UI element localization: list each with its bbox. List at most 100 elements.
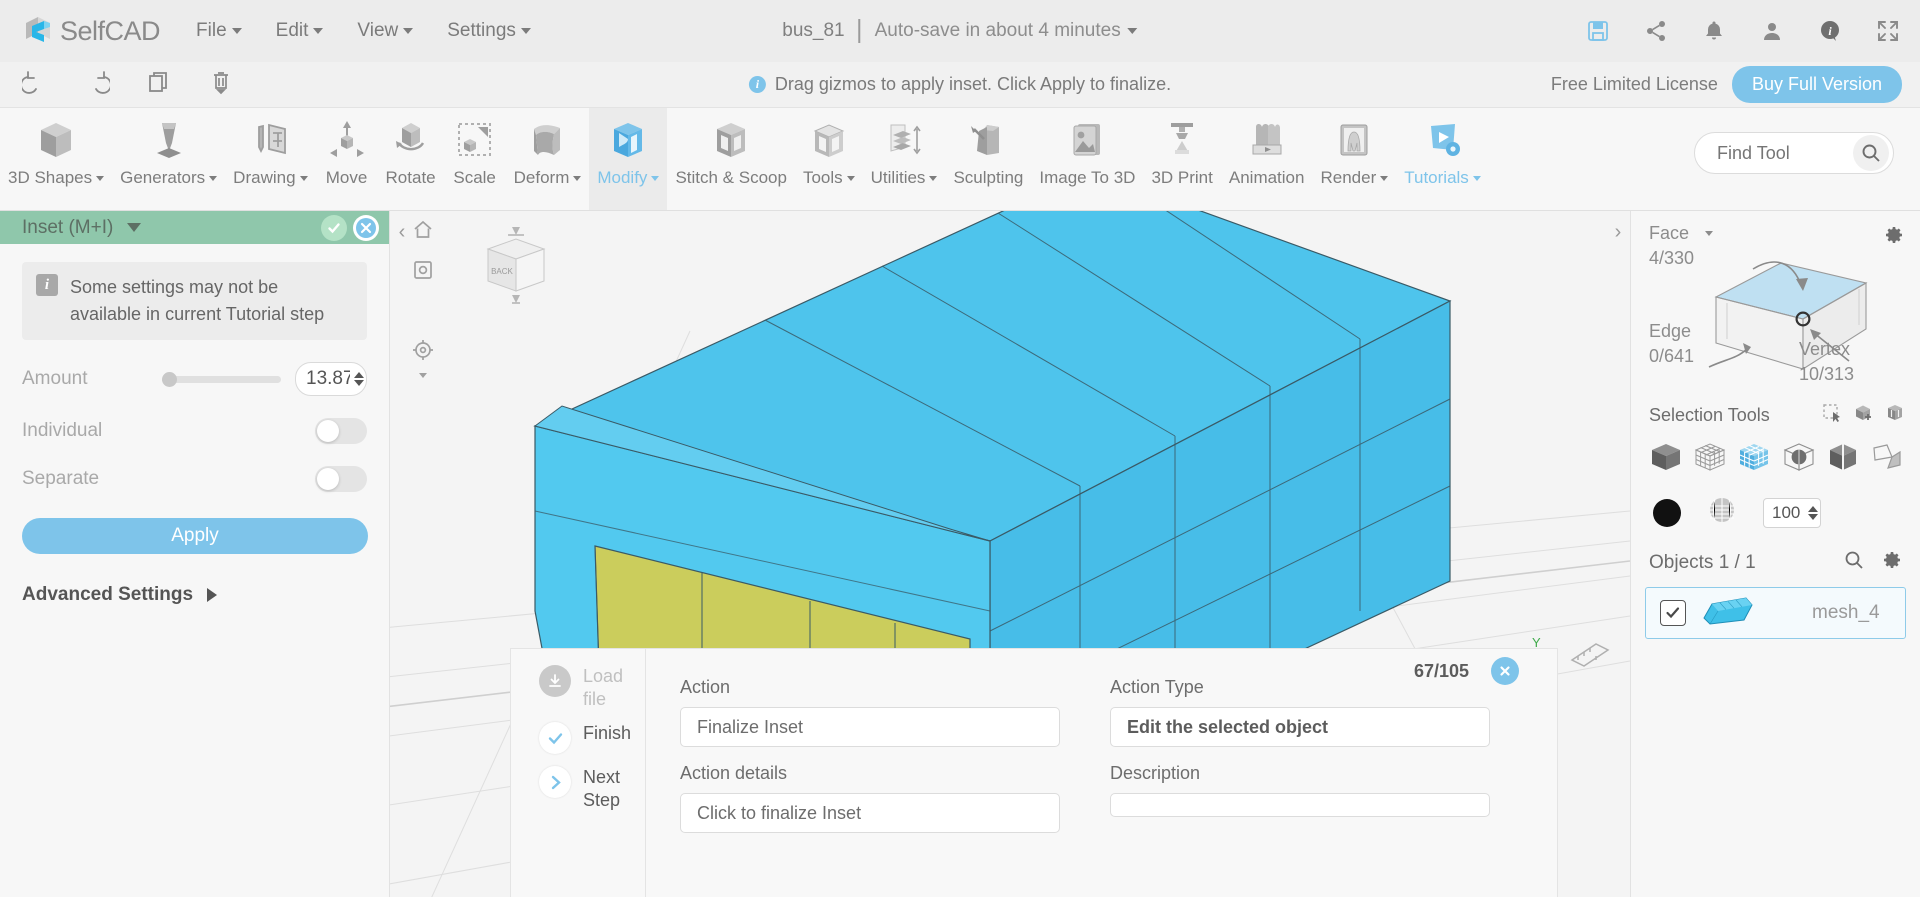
- delete-icon[interactable]: [208, 69, 234, 100]
- menu-settings[interactable]: Settings: [447, 20, 531, 42]
- target-view-icon[interactable]: [412, 339, 434, 378]
- toolbar-item-animation[interactable]: Animation: [1221, 108, 1313, 210]
- toolbar-item-stitch-scoop[interactable]: Stitch & Scoop: [667, 108, 795, 210]
- toolbar-item-3d-shapes[interactable]: 3D Shapes: [0, 108, 112, 210]
- amount-slider[interactable]: [162, 371, 281, 387]
- opacity-input[interactable]: [1772, 502, 1804, 523]
- chevron-down-icon: [313, 28, 324, 34]
- find-tool-search[interactable]: [1694, 132, 1894, 174]
- tutorial-step-finish[interactable]: Finish: [539, 722, 645, 754]
- toolbar-item-move[interactable]: Move: [316, 108, 378, 210]
- chevron-down-icon[interactable]: [127, 223, 142, 232]
- document-name[interactable]: bus_81: [782, 20, 844, 42]
- toolbar-label: Sculpting: [953, 168, 1023, 188]
- chevron-down-icon[interactable]: [419, 373, 427, 378]
- action-details-input[interactable]: [680, 793, 1060, 833]
- share-icon[interactable]: [1644, 19, 1668, 43]
- toolbar-item-tools[interactable]: Tools: [795, 108, 863, 210]
- toolbar-item-drawing[interactable]: Drawing: [225, 108, 315, 210]
- amount-stepper[interactable]: [295, 362, 367, 396]
- chevron-down-icon[interactable]: [354, 380, 364, 386]
- chevron-down-icon: [520, 28, 531, 34]
- autosave-status[interactable]: Auto-save in about 4 minutes: [875, 20, 1138, 42]
- toolbar-item-tutorials[interactable]: Tutorials: [1396, 108, 1489, 210]
- toolbar-item-deform[interactable]: Deform: [506, 108, 590, 210]
- object-list-item-mesh-4[interactable]: mesh_4: [1645, 587, 1906, 639]
- generator-icon: [146, 114, 192, 166]
- toolbar-item-utilities[interactable]: Utilities: [863, 108, 946, 210]
- toolbar-item-3d-print[interactable]: 3D Print: [1143, 108, 1220, 210]
- brand-logo[interactable]: SelfCAD: [22, 14, 161, 48]
- gear-icon[interactable]: [1882, 550, 1902, 575]
- home-view-icon[interactable]: [412, 219, 434, 241]
- save-icon[interactable]: [1586, 19, 1610, 43]
- toolbar-item-render[interactable]: Render: [1312, 108, 1396, 210]
- toolbar-label: Scale: [453, 168, 496, 188]
- redo-icon[interactable]: [84, 69, 112, 100]
- toolbar-item-rotate[interactable]: Rotate: [378, 108, 444, 210]
- tutorial-step-next[interactable]: Next Step: [539, 766, 645, 811]
- notifications-bell-icon[interactable]: [1702, 19, 1726, 43]
- toolbar-label: Move: [326, 168, 368, 188]
- fullscreen-icon[interactable]: [1876, 19, 1900, 43]
- sphere-select-icon[interactable]: [1782, 440, 1816, 479]
- view-cube-icon[interactable]: BACK: [468, 225, 558, 305]
- toolbar-item-modify[interactable]: Modify: [589, 108, 668, 210]
- menu-view[interactable]: View: [357, 20, 414, 42]
- separate-toggle[interactable]: [315, 466, 367, 492]
- individual-toggle[interactable]: [315, 418, 367, 444]
- chevron-down-icon: [651, 175, 660, 181]
- chevron-down-icon[interactable]: [1808, 513, 1818, 520]
- menu-edit[interactable]: Edit: [276, 20, 324, 42]
- zoom-fit-icon[interactable]: [412, 259, 434, 281]
- tutorial-step-load-file[interactable]: Load file: [539, 665, 645, 710]
- face-selection-info: Face 4/330: [1649, 223, 1714, 269]
- description-input[interactable]: [1110, 793, 1490, 817]
- user-account-icon[interactable]: [1760, 19, 1784, 43]
- color-swatch[interactable]: [1653, 498, 1681, 527]
- menu-file[interactable]: File: [196, 20, 242, 42]
- buy-full-version-button[interactable]: Buy Full Version: [1731, 66, 1902, 103]
- info-icon[interactable]: i: [1818, 19, 1842, 43]
- toolbar-item-sculpting[interactable]: Sculpting: [945, 108, 1031, 210]
- search-icon[interactable]: [1844, 550, 1864, 575]
- edge-mode-icon[interactable]: [1826, 440, 1860, 479]
- collapse-left-panel-button[interactable]: ‹: [392, 219, 412, 245]
- cancel-tool-button[interactable]: [353, 214, 379, 241]
- face-mode-icon[interactable]: [1737, 440, 1771, 479]
- vertex-mode-icon[interactable]: [1693, 440, 1727, 479]
- apply-button[interactable]: Apply: [22, 518, 368, 554]
- cube-icon: [33, 114, 79, 166]
- search-icon[interactable]: [1853, 135, 1889, 171]
- amount-label: Amount: [22, 368, 88, 389]
- action-input[interactable]: [680, 707, 1060, 747]
- opacity-stepper[interactable]: [1763, 497, 1821, 528]
- label-text: Animation: [1228, 168, 1305, 187]
- tool-panel-title-wrap[interactable]: Inset (M+I): [22, 217, 315, 239]
- stepper-arrows[interactable]: [1808, 505, 1818, 520]
- collapse-right-panel-button[interactable]: ›: [1608, 219, 1628, 245]
- chevron-up-icon[interactable]: [1808, 505, 1818, 512]
- chevron-up-icon[interactable]: [354, 372, 364, 378]
- face-mode-dropdown[interactable]: Face: [1649, 223, 1714, 244]
- find-tool-input[interactable]: [1717, 142, 1847, 164]
- texture-sphere-icon[interactable]: [1707, 495, 1737, 530]
- toolbar-item-image-to-3d[interactable]: Image To 3D: [1031, 108, 1143, 210]
- object-visibility-checkbox[interactable]: [1660, 600, 1686, 626]
- undo-icon[interactable]: [20, 69, 48, 100]
- slider-handle[interactable]: [162, 371, 177, 387]
- object-mode-icon[interactable]: [1649, 440, 1683, 479]
- toolbar-item-generators[interactable]: Generators: [112, 108, 225, 210]
- status-hint: i Drag gizmos to apply inset. Click Appl…: [748, 74, 1171, 95]
- toolbar-item-scale[interactable]: Scale: [444, 108, 506, 210]
- ruler-icon[interactable]: [1568, 638, 1612, 677]
- copy-icon[interactable]: [146, 69, 172, 100]
- label-text: Drawing: [233, 168, 296, 187]
- stepper-arrows[interactable]: [354, 372, 364, 386]
- confirm-tool-button[interactable]: [321, 214, 347, 241]
- action-type-input[interactable]: [1110, 707, 1490, 747]
- advanced-settings-toggle[interactable]: Advanced Settings: [22, 584, 367, 606]
- amount-input[interactable]: [306, 368, 350, 390]
- polygon-select-icon[interactable]: [1870, 440, 1904, 479]
- close-tutorial-button[interactable]: [1491, 657, 1519, 685]
